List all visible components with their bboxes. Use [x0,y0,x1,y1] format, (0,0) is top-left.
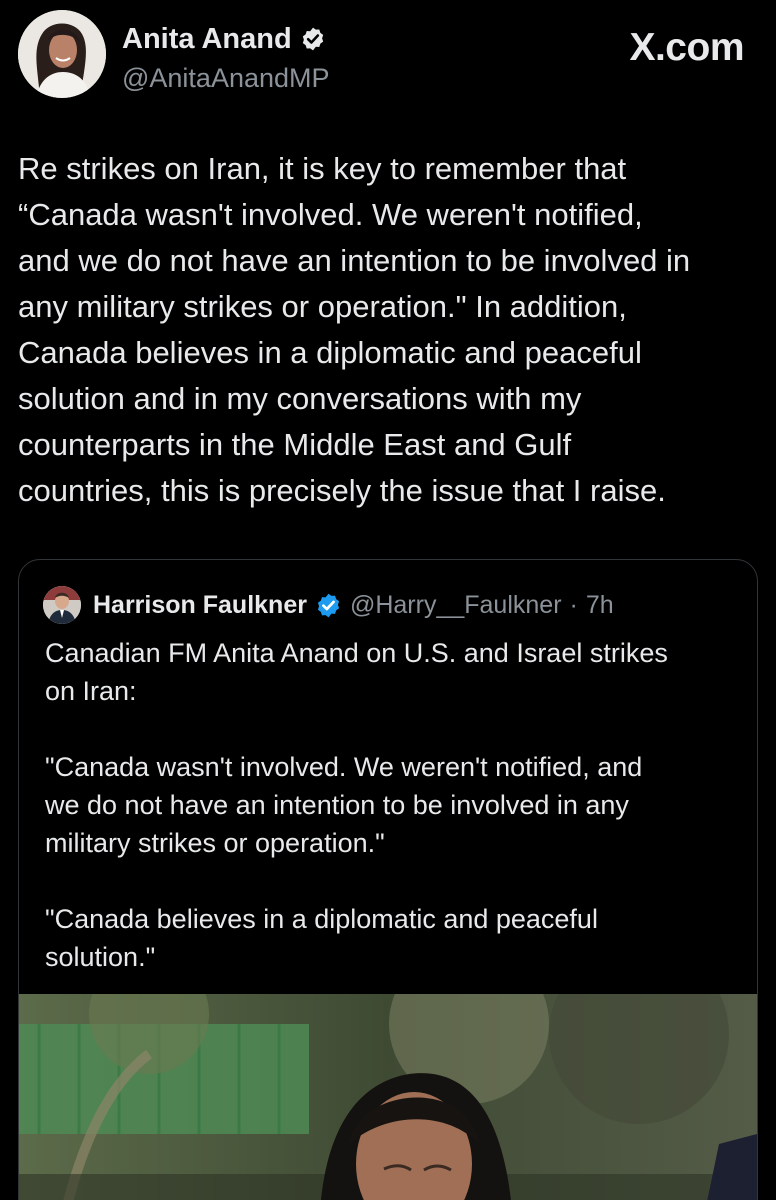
quoted-post-text: Canadian FM Anita Anand on U.S. and Isra… [45,638,668,972]
quoted-post-time[interactable]: 7h [586,591,614,620]
quoted-post-card[interactable]: Harrison Faulkner @Harry__Faulkner · 7h … [18,559,758,1200]
verified-badge-icon [315,592,342,619]
separator-dot: · [569,590,578,619]
quoted-author-name[interactable]: Harrison Faulkner [93,591,307,620]
post-header: Anita Anand @AnitaAnandMP X.com [18,10,758,102]
author-avatar[interactable] [18,10,106,98]
x-logo: X.com [629,26,744,69]
author-name-row: Anita Anand [122,22,326,56]
author-name[interactable]: Anita Anand [122,22,292,56]
quoted-author-handle[interactable]: @Harry__Faulkner [350,591,562,620]
author-handle[interactable]: @AnitaAnandMP [122,62,330,94]
verified-badge-icon [300,26,326,52]
post-text: Re strikes on Iran, it is key to remembe… [18,151,691,508]
quoted-post-video-thumbnail[interactable] [19,994,757,1200]
quoted-author-avatar[interactable] [43,586,81,624]
quoted-post-header: Harrison Faulkner @Harry__Faulkner · 7h [43,586,614,624]
